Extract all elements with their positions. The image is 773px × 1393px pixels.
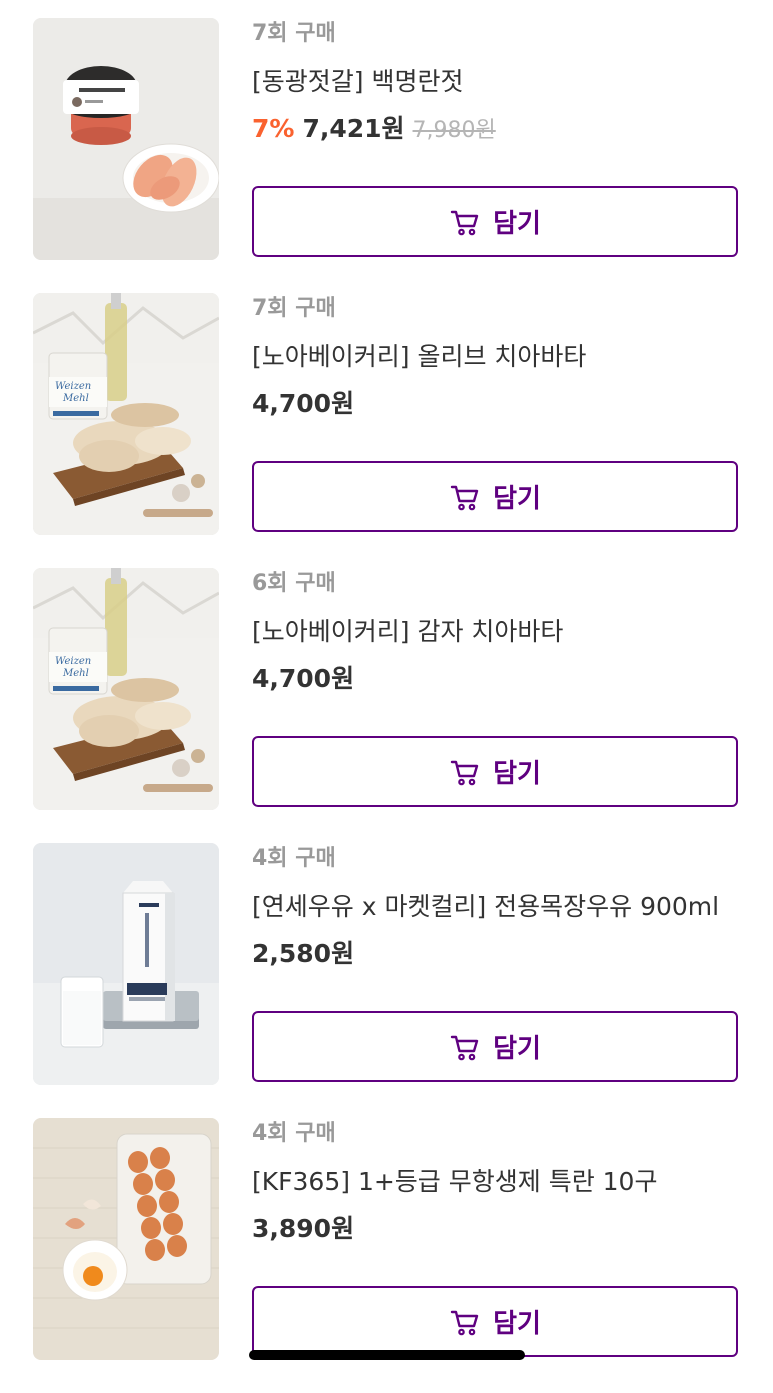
product-price: 4,700원 <box>252 389 355 418</box>
cart-icon <box>450 1035 479 1060</box>
purchase-count: 4회 구매 <box>252 846 336 871</box>
product-list: 7회 구매 [동광젓갈] 백명란젓 7% 7,421원 7,980원 담기 We… <box>0 18 773 1393</box>
svg-text:Mehl: Mehl <box>62 393 89 404</box>
purchase-count: 4회 구매 <box>252 1121 336 1146</box>
product-name[interactable]: [노아베이커리] 올리브 치아바타 <box>252 340 732 374</box>
ciabatta-bread-image: Weizen Mehl <box>33 568 219 810</box>
product-name[interactable]: [연세우유 x 마켓컬리] 전용목장우유 900ml <box>252 890 732 924</box>
pollack-roe-jar-image <box>33 18 219 260</box>
svg-text:Weizen: Weizen <box>55 381 91 392</box>
home-indicator[interactable] <box>249 1350 525 1360</box>
add-to-cart-label: 담기 <box>493 484 541 514</box>
list-item: Weizen Mehl 6회 구매 [노아베이커리] 감자 치아바타 4,700… <box>0 568 773 843</box>
purchase-count: 7회 구매 <box>252 21 336 46</box>
price-row: 4,700원 <box>252 387 742 421</box>
add-to-cart-button[interactable]: 담기 <box>252 736 738 807</box>
product-image[interactable]: Weizen Mehl <box>33 293 219 535</box>
product-name[interactable]: [노아베이커리] 감자 치아바타 <box>252 615 732 649</box>
product-image[interactable] <box>33 18 219 260</box>
product-name[interactable]: [동광젓갈] 백명란젓 <box>252 65 732 99</box>
price-row: 7% 7,421원 7,980원 <box>252 112 742 146</box>
milk-carton-image <box>33 843 219 1085</box>
list-item: 4회 구매 [연세우유 x 마켓컬리] 전용목장우유 900ml 2,580원 … <box>0 843 773 1118</box>
product-name[interactable]: [KF365] 1+등급 무항생제 특란 10구 <box>252 1165 732 1199</box>
list-item: 7회 구매 [동광젓갈] 백명란젓 7% 7,421원 7,980원 담기 <box>0 18 773 293</box>
add-to-cart-button[interactable]: 담기 <box>252 461 738 532</box>
discount-rate: 7% <box>252 114 295 143</box>
product-image[interactable]: Weizen Mehl <box>33 568 219 810</box>
product-price: 7,421원 <box>302 114 405 143</box>
cart-icon <box>450 760 479 785</box>
product-image[interactable] <box>33 1118 219 1360</box>
original-price: 7,980원 <box>412 118 496 143</box>
purchase-count: 6회 구매 <box>252 571 336 596</box>
cart-icon <box>450 1310 479 1335</box>
product-price: 2,580원 <box>252 939 355 968</box>
product-image[interactable] <box>33 843 219 1085</box>
purchase-count: 7회 구매 <box>252 296 336 321</box>
add-to-cart-label: 담기 <box>493 209 541 239</box>
add-to-cart-button[interactable]: 담기 <box>252 1286 738 1357</box>
svg-text:Mehl: Mehl <box>62 668 89 679</box>
ciabatta-bread-image: Weizen Mehl <box>33 293 219 535</box>
cart-icon <box>450 210 479 235</box>
add-to-cart-button[interactable]: 담기 <box>252 186 738 257</box>
add-to-cart-label: 담기 <box>493 1309 541 1339</box>
product-price: 4,700원 <box>252 664 355 693</box>
price-row: 2,580원 <box>252 937 742 971</box>
product-price: 3,890원 <box>252 1214 355 1243</box>
add-to-cart-label: 담기 <box>493 1034 541 1064</box>
svg-text:Weizen: Weizen <box>55 656 91 667</box>
price-row: 3,890원 <box>252 1212 742 1246</box>
add-to-cart-label: 담기 <box>493 759 541 789</box>
list-item: Weizen Mehl 7회 구매 [노아베이커리] 올리브 치아바타 4,70… <box>0 293 773 568</box>
eggs-tray-image <box>33 1118 219 1360</box>
price-row: 4,700원 <box>252 662 742 696</box>
cart-icon <box>450 485 479 510</box>
add-to-cart-button[interactable]: 담기 <box>252 1011 738 1082</box>
